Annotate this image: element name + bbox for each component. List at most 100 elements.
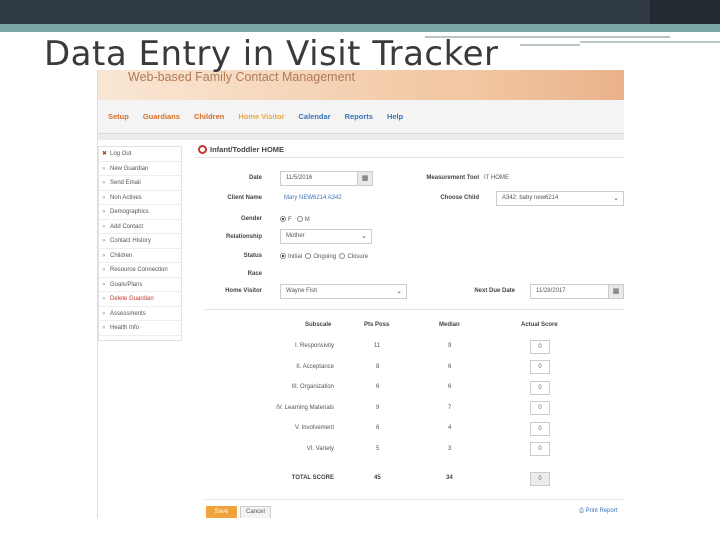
sidebar-item-goals-plans[interactable]: » Goals/Plans [99, 278, 181, 292]
table-row-subscale: III. Organization [291, 384, 334, 390]
table-row-median: 3 [448, 446, 452, 452]
nav-separator [98, 134, 624, 140]
status-radio-initial[interactable] [280, 253, 286, 259]
main-nav: Setup Guardians Children Home Visitor Ca… [98, 100, 624, 134]
score-input-variety[interactable]: 0 [530, 442, 550, 456]
table-row-pts: 6 [376, 384, 380, 390]
slide-top-bar-accent [650, 0, 720, 24]
slide-top-bar [0, 0, 720, 24]
chevron-right-icon: » [102, 281, 106, 288]
status-label: Status [243, 253, 262, 259]
logout-icon: ✖ [102, 151, 108, 157]
sidebar-item-label: Non Actives [110, 194, 142, 201]
save-button[interactable]: Save [206, 506, 237, 518]
nav-item-help[interactable]: Help [387, 112, 403, 121]
score-input-organization[interactable]: 0 [530, 381, 550, 395]
sidebar-item-demographics[interactable]: » Demographics [99, 205, 181, 220]
chevron-down-icon: ⌄ [361, 233, 367, 240]
nav-item-home-visitor[interactable]: Home Visitor [238, 112, 284, 121]
nav-item-calendar[interactable]: Calendar [298, 112, 330, 121]
table-row-median: 7 [448, 405, 452, 411]
sidebar-item-label: Resource Connection [110, 267, 168, 273]
score-input-involvement[interactable]: 0 [530, 422, 550, 436]
slide-teal-bar [0, 24, 720, 32]
chevron-right-icon: » [102, 180, 106, 186]
home-visitor-label: Home Visitor [225, 288, 262, 294]
choose-child-select[interactable]: A342: baby new6214 ⌄ [496, 191, 624, 206]
sidebar-item-add-contact[interactable]: » Add Contact [99, 220, 181, 234]
total-pts: 45 [374, 475, 381, 481]
sidebar-item-assessments[interactable]: » Assessments [99, 307, 181, 321]
form-title-icon [198, 145, 207, 154]
gender-option-label: F [288, 217, 292, 223]
nav-item-reports[interactable]: Reports [345, 112, 373, 121]
table-row-pts: 8 [376, 364, 380, 370]
client-name-value[interactable]: Mary NEW6214 A342 [284, 195, 342, 201]
calendar-icon[interactable]: ▦ [608, 285, 623, 298]
status-radio-ongoing[interactable] [305, 253, 312, 259]
score-input-learning-materials[interactable]: 0 [530, 401, 550, 415]
print-report-label: Print Report [585, 508, 618, 514]
table-row-pts: 9 [376, 405, 380, 411]
date-label: Date [248, 175, 262, 181]
gender-radio-f[interactable] [280, 216, 286, 222]
home-visitor-select[interactable]: Wayne Fish ⌄ [280, 284, 407, 299]
sidebar-item-label: Send Email [110, 180, 141, 186]
sidebar-item-label: Contact History [110, 238, 152, 244]
sidebar-item-label: Add Contact [110, 223, 144, 230]
score-input-acceptance[interactable]: 0 [530, 360, 550, 374]
nav-item-children[interactable]: Children [194, 112, 224, 121]
chevron-right-icon: » [102, 165, 106, 172]
next-due-date-field[interactable]: 11/28/2017 ▦ [530, 284, 624, 299]
chevron-right-icon: » [102, 223, 106, 230]
gender-option-label: M [304, 217, 310, 223]
date-value: 11/5/2016 [286, 175, 313, 181]
sidebar: ✖ Log Out » New Guardian » Send Email » Non … [98, 146, 182, 341]
slide-title: Data Entry in Visit Tracker [44, 34, 499, 74]
table-row-pts: 11 [374, 343, 381, 349]
status-radio-closure[interactable] [339, 253, 346, 259]
gender-radio-m[interactable] [296, 216, 303, 222]
sidebar-item-contact-history[interactable]: » Contact History [99, 234, 181, 249]
home-visitor-value: Wayne Fish [286, 288, 318, 294]
sidebar-item-label: Demographics [110, 209, 149, 215]
form-divider [195, 157, 624, 158]
next-due-date-value: 11/28/2017 [536, 288, 566, 294]
table-row-pts: 6 [376, 425, 380, 431]
score-input-responsivity[interactable]: 0 [530, 340, 550, 354]
sidebar-item-new-guardian[interactable]: » New Guardian [99, 162, 181, 176]
sidebar-item-label: Delete Guardian [110, 296, 154, 302]
chevron-right-icon: » [102, 296, 106, 302]
sidebar-item-label: New Guardian [110, 165, 149, 172]
cancel-button[interactable]: Cancel [240, 506, 271, 518]
sidebar-item-label: Goals/Plans [110, 281, 143, 288]
table-header-subscale: Subscale [305, 322, 332, 328]
table-row-subscale: V. Involvement [294, 425, 334, 431]
print-report-link[interactable]: ⎙ Print Report [579, 508, 618, 515]
sidebar-item-children[interactable]: » Children [99, 249, 181, 263]
table-header-pts-poss: Pts Poss [364, 322, 390, 328]
sidebar-item-label: Assessments [110, 310, 146, 317]
nav-item-setup[interactable]: Setup [108, 112, 129, 121]
table-row-subscale: IV. Learning Materials [276, 405, 334, 411]
slide-stripe [520, 44, 580, 46]
total-score-field: 0 [530, 472, 550, 486]
chevron-down-icon: ⌄ [613, 195, 619, 202]
sidebar-item-send-email[interactable]: » Send Email [99, 176, 181, 191]
sidebar-item-log-out[interactable]: ✖ Log Out [99, 147, 181, 162]
table-header-median: Median [439, 322, 460, 328]
sidebar-item-non-actives[interactable]: » Non Actives [99, 191, 181, 205]
relationship-select[interactable]: Mother ⌄ [280, 229, 372, 244]
calendar-icon[interactable]: ▦ [357, 172, 372, 185]
table-row-pts: 5 [376, 446, 380, 452]
sidebar-item-resource-connection[interactable]: » Resource Connection [99, 263, 181, 278]
app-header: Web-based Family Contact Management [98, 70, 624, 100]
date-field[interactable]: 11/5/2016 ▦ [280, 171, 373, 186]
nav-item-guardians[interactable]: Guardians [143, 112, 180, 121]
sidebar-item-label: Children [110, 252, 133, 259]
sidebar-item-delete-guardian[interactable]: » Delete Guardian [99, 292, 181, 307]
sidebar-item-health-info[interactable]: » Health Info [99, 321, 181, 336]
status-radios: Initial Ongoing Closure [280, 253, 368, 260]
table-row-median: 6 [448, 384, 452, 390]
gender-radios: F M [280, 216, 310, 223]
